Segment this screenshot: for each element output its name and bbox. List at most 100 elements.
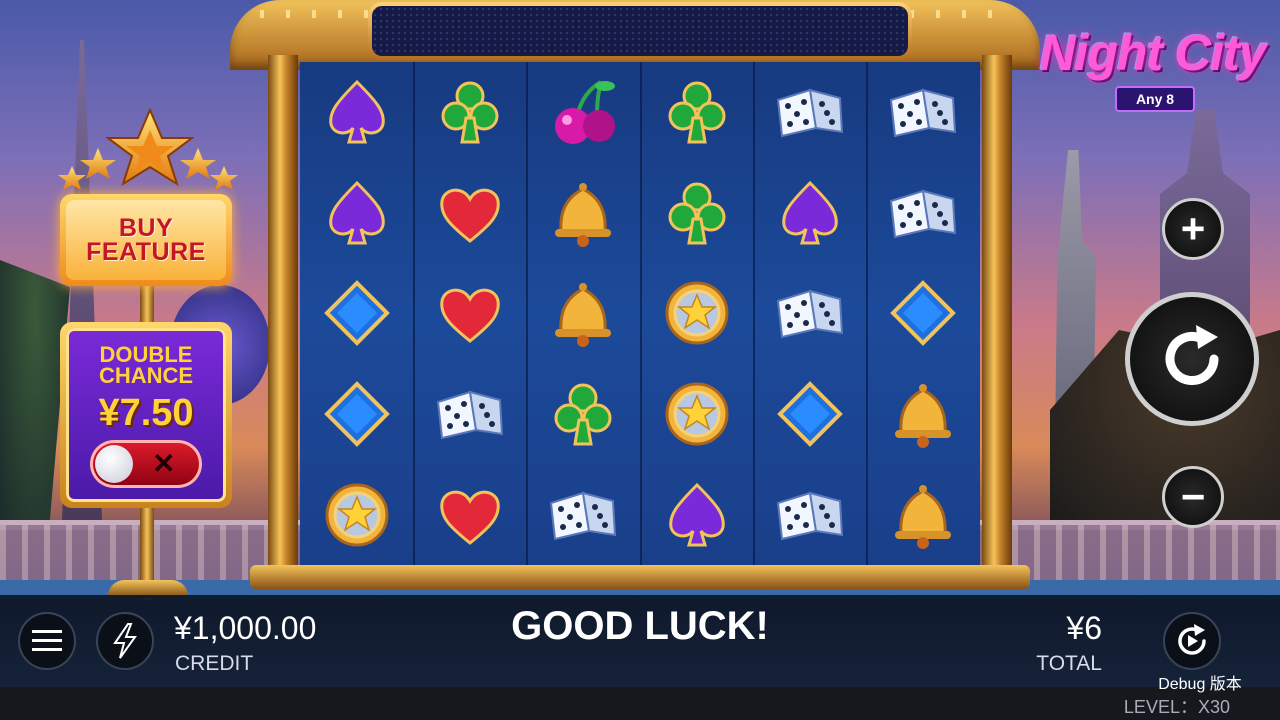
bell-icon <box>555 182 612 247</box>
toggle-knob <box>95 445 133 483</box>
reel-cell <box>753 464 866 565</box>
dice-icon <box>550 491 617 540</box>
reel-cell <box>867 464 980 565</box>
decrease-bet-button[interactable]: − <box>1162 466 1224 528</box>
menu-button[interactable] <box>18 612 76 670</box>
dice-icon <box>890 189 957 239</box>
reel-cell <box>640 163 753 264</box>
diamond-icon <box>323 280 390 347</box>
reel-cell <box>527 163 640 264</box>
reel-cell <box>413 163 526 264</box>
reel-cell <box>300 364 413 465</box>
spade-icon <box>668 482 725 547</box>
diamond-icon <box>323 381 390 447</box>
spade-icon <box>328 180 385 245</box>
dice-icon <box>890 88 957 138</box>
spin-icon <box>1165 325 1219 385</box>
reel-cell <box>413 62 526 163</box>
debug-label: Debug 版本 <box>1158 676 1242 693</box>
top-marquee-display <box>368 2 912 60</box>
reel-cell <box>640 464 753 565</box>
reel-cell <box>640 62 753 163</box>
bell-icon <box>895 384 952 449</box>
reel-cell <box>413 263 526 364</box>
bell-icon <box>555 283 612 348</box>
reel-cell <box>527 263 640 364</box>
spade-icon <box>782 180 838 245</box>
reel-cell <box>413 464 526 565</box>
dice-icon <box>776 491 844 540</box>
buy-feature-label-2: FEATURE <box>86 238 206 266</box>
reel-cell <box>640 364 753 465</box>
star-coin-icon <box>665 281 729 345</box>
reel-cell <box>527 364 640 465</box>
buy-feature-button[interactable]: BUY FEATURE <box>60 194 232 286</box>
reel-cell <box>527 464 640 565</box>
reel-cell <box>300 62 413 163</box>
reel-cell <box>867 263 980 364</box>
dice-icon <box>776 88 844 138</box>
double-chance-panel: DOUBLE CHANCE ¥7.50 ✕ <box>60 322 232 508</box>
reel-divider <box>753 62 755 565</box>
total-bet-value: ¥6 <box>1066 610 1102 646</box>
reel-divider <box>640 62 642 565</box>
double-chance-toggle[interactable]: ✕ <box>90 440 202 488</box>
reel-cell <box>300 163 413 264</box>
menu-icon <box>32 630 62 651</box>
frame-base <box>250 565 1030 589</box>
diamond-icon <box>890 280 957 347</box>
minus-icon: − <box>1180 473 1206 520</box>
star-coin-icon <box>325 483 389 547</box>
status-message: GOOD LUCK! <box>511 604 769 648</box>
heart-icon <box>440 490 500 545</box>
right-pillar <box>982 55 1012 580</box>
club-icon <box>668 81 726 144</box>
reel-cell <box>867 364 980 465</box>
reel-cell <box>753 263 866 364</box>
club-icon <box>554 383 612 446</box>
autoplay-button[interactable] <box>1163 612 1221 670</box>
close-icon: ✕ <box>152 448 176 479</box>
reel-cell <box>867 62 980 163</box>
autoplay-icon <box>1178 624 1206 655</box>
dice-icon <box>436 390 504 440</box>
club-icon <box>668 182 726 245</box>
club-icon <box>441 81 499 144</box>
credit-value: ¥1,000.00 <box>174 610 317 646</box>
diamond-icon <box>777 381 843 447</box>
logo-title: Night City <box>1039 25 1266 81</box>
total-bet-label: TOTAL <box>1036 652 1102 675</box>
heart-icon <box>440 289 500 344</box>
reel-cell <box>753 62 866 163</box>
level-label: LEVEL：X30 <box>1123 697 1230 717</box>
reel-divider <box>413 62 415 565</box>
reel-divider <box>866 62 868 565</box>
reel-cell <box>300 464 413 565</box>
reel-cell <box>753 364 866 465</box>
plus-icon: + <box>1180 205 1206 252</box>
lightning-icon <box>113 623 137 659</box>
game-logo: Night City Any 8 <box>1030 24 1275 114</box>
dice-icon <box>776 290 844 339</box>
reel-cell <box>640 263 753 364</box>
double-chance-title: DOUBLE CHANCE <box>98 342 194 388</box>
buy-feature-label-1: BUY <box>118 214 174 242</box>
heart-icon <box>440 188 500 243</box>
spin-button[interactable] <box>1125 292 1259 426</box>
reel-cell <box>753 163 866 264</box>
left-pillar <box>268 55 298 580</box>
double-chance-price: ¥7.50 <box>98 392 194 434</box>
bell-icon <box>895 484 952 549</box>
stars-decoration <box>58 108 238 190</box>
spade-icon <box>328 80 385 144</box>
reel-cell <box>413 364 526 465</box>
star-coin-icon <box>665 382 729 446</box>
reel-divider <box>526 62 528 565</box>
reel-cell <box>300 263 413 364</box>
increase-bet-button[interactable]: + <box>1162 198 1224 260</box>
reel-cell <box>527 62 640 163</box>
credit-label: CREDIT <box>175 652 254 675</box>
turbo-button[interactable] <box>96 612 154 670</box>
logo-subtitle: Any 8 <box>1115 86 1195 112</box>
reel-cell <box>867 163 980 264</box>
